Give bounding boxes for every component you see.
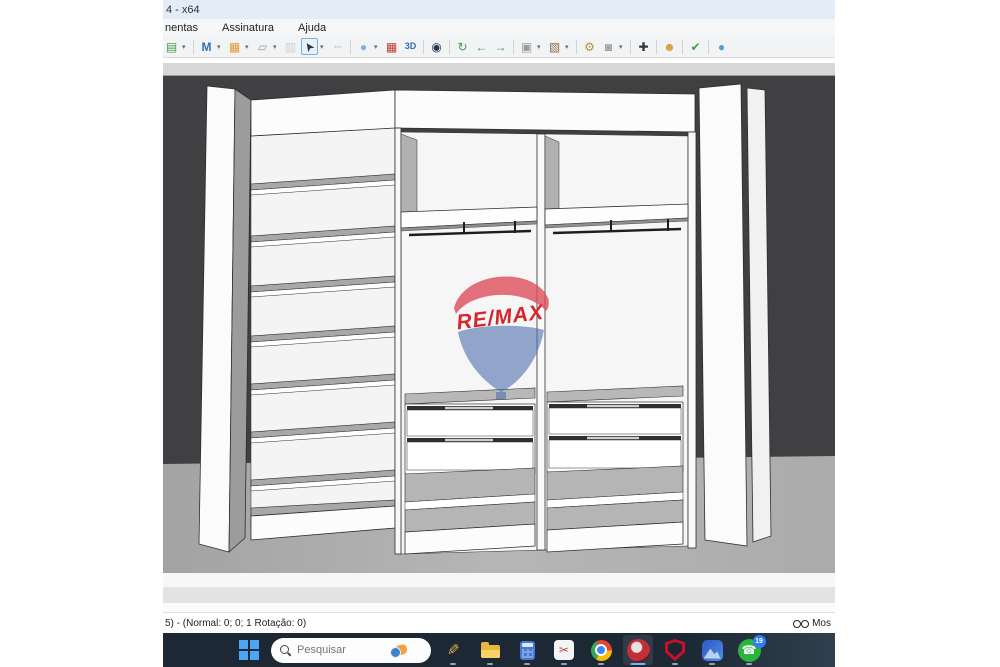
check-ok-icon[interactable]: ✔: [687, 38, 704, 55]
toolbar-separator: [630, 40, 631, 54]
taskbar-app-snipping-tool[interactable]: ✂: [549, 635, 579, 665]
dropdown-caret-icon[interactable]: ▾: [619, 43, 626, 51]
title-bar[interactable]: 4 - x64: [163, 0, 835, 19]
viewport-footer-band-light: [163, 603, 835, 612]
toolbar-separator: [576, 40, 577, 54]
toolbar-separator: [708, 40, 709, 54]
dropdown-caret-icon[interactable]: ▾: [374, 43, 381, 51]
status-coordinates-text: 5) - (Normal: 0; 0; 1 Rotação: 0): [165, 618, 306, 629]
toolbar-separator: [682, 40, 683, 54]
right-pilaster: [699, 84, 771, 546]
forward-arrow-icon[interactable]: →: [492, 38, 509, 55]
camera-icon[interactable]: ◙: [600, 38, 617, 55]
key-tool-icon[interactable]: ⚙: [581, 38, 598, 55]
wardrobe: [199, 84, 771, 554]
windows-logo-icon: [239, 640, 259, 660]
toolbar: ▤ ▾ M ▾ ▦ ▾ ▱ ▾ ▥ ➤ ▾ ┅ ● ▾ ▦ 3D ◉ ↻ ← →…: [163, 36, 835, 58]
screenshot-canvas: 4 - x64 nentas Assinatura Ajuda ▤ ▾ M ▾ …: [0, 0, 1000, 667]
left-pilaster: [199, 86, 251, 552]
chat-icon[interactable]: ●: [713, 38, 730, 55]
wardrobe-3d-model: [163, 76, 835, 573]
view-3d-icon[interactable]: 3D: [402, 38, 419, 55]
chrome-icon: [591, 640, 612, 661]
refresh-icon[interactable]: ↻: [454, 38, 471, 55]
whatsapp-icon: ☎ 19: [738, 639, 761, 662]
start-button[interactable]: [234, 635, 264, 665]
notification-badge: 19: [753, 635, 766, 648]
taskbar-app-pen[interactable]: ✎: [438, 635, 468, 665]
select-cursor-icon[interactable]: ➤: [301, 38, 318, 55]
glasses-icon: [793, 619, 809, 627]
drawer-stack-middle: [405, 388, 535, 554]
copy-shape-icon[interactable]: ▱: [254, 38, 271, 55]
toolbar-separator: [513, 40, 514, 54]
taskbar-app-calculator[interactable]: [512, 635, 542, 665]
taskbar-app-photos[interactable]: [697, 635, 727, 665]
dropdown-caret-icon[interactable]: ▾: [245, 43, 252, 51]
menu-item-ferramentas[interactable]: nentas: [165, 22, 198, 34]
left-shelf-column: [251, 90, 395, 540]
search-input[interactable]: [297, 644, 383, 656]
viewport-header-strip: [163, 63, 835, 76]
viewport-footer-band-gray: [163, 587, 835, 603]
user-icon[interactable]: ☻: [661, 38, 678, 55]
measure-icon: ┅: [329, 38, 346, 55]
toolbar-separator: [350, 40, 351, 54]
menu-item-ajuda[interactable]: Ajuda: [298, 22, 326, 34]
window-title: 4 - x64: [166, 4, 200, 16]
dropdown-caret-icon[interactable]: ▾: [565, 43, 572, 51]
mcafee-shield-icon: [665, 639, 685, 661]
toolbar-separator: [193, 40, 194, 54]
dropdown-caret-icon[interactable]: ▾: [182, 43, 189, 51]
toolbar-separator: [449, 40, 450, 54]
windows-taskbar: ✎ ✂ ☎: [163, 633, 835, 667]
status-right-text: Mos: [812, 618, 831, 629]
center-unit: [395, 90, 696, 554]
search-icon: [280, 645, 291, 656]
dropdown-caret-icon[interactable]: ▾: [273, 43, 280, 51]
calculator-icon: [520, 641, 535, 660]
visibility-eye-icon[interactable]: ◉: [428, 38, 445, 55]
dropdown-caret-icon[interactable]: ▾: [320, 43, 327, 51]
toolbar-separator: [423, 40, 424, 54]
taskbar-app-promob-active[interactable]: [623, 635, 653, 665]
promob-icon: [627, 639, 650, 662]
taskbar-search[interactable]: [271, 638, 431, 663]
materials-grid-icon[interactable]: ▦: [383, 38, 400, 55]
status-bar: 5) - (Normal: 0; 0; 1 Rotação: 0) Mos: [163, 612, 835, 633]
app-window: 4 - x64 nentas Assinatura Ajuda ▤ ▾ M ▾ …: [163, 0, 835, 667]
export-green-icon[interactable]: ▤: [163, 38, 180, 55]
taskbar-app-chrome[interactable]: [586, 635, 616, 665]
window-layout-icon[interactable]: ▣: [518, 38, 535, 55]
scissors-icon: ✂: [554, 640, 574, 660]
move-icon[interactable]: ✚: [635, 38, 652, 55]
zoom-binoculars-icon[interactable]: M: [198, 38, 215, 55]
folder-icon: [481, 645, 500, 658]
dropdown-caret-icon[interactable]: ▾: [537, 43, 544, 51]
viewport-3d[interactable]: RE/MAX: [163, 76, 835, 573]
taskbar-app-mcafee[interactable]: [660, 635, 690, 665]
paste-disabled-icon: ▥: [282, 38, 299, 55]
pen-icon: ✎: [447, 641, 460, 659]
taskbar-app-whatsapp[interactable]: ☎ 19: [734, 635, 764, 665]
render-bulb-icon[interactable]: ●: [355, 38, 372, 55]
back-arrow-icon[interactable]: ←: [473, 38, 490, 55]
modules-stack-icon[interactable]: ▦: [226, 38, 243, 55]
toolbar-separator: [656, 40, 657, 54]
menu-item-assinatura[interactable]: Assinatura: [222, 22, 274, 34]
search-highlights-icon: [389, 642, 407, 658]
viewport-footer-band: [163, 573, 835, 587]
taskbar-app-file-explorer[interactable]: [475, 635, 505, 665]
drawer-stack-right: [547, 386, 683, 552]
dropdown-caret-icon[interactable]: ▾: [217, 43, 224, 51]
photos-icon: [702, 640, 723, 661]
cube-3d-icon[interactable]: ▧: [546, 38, 563, 55]
menu-bar: nentas Assinatura Ajuda: [163, 19, 835, 36]
